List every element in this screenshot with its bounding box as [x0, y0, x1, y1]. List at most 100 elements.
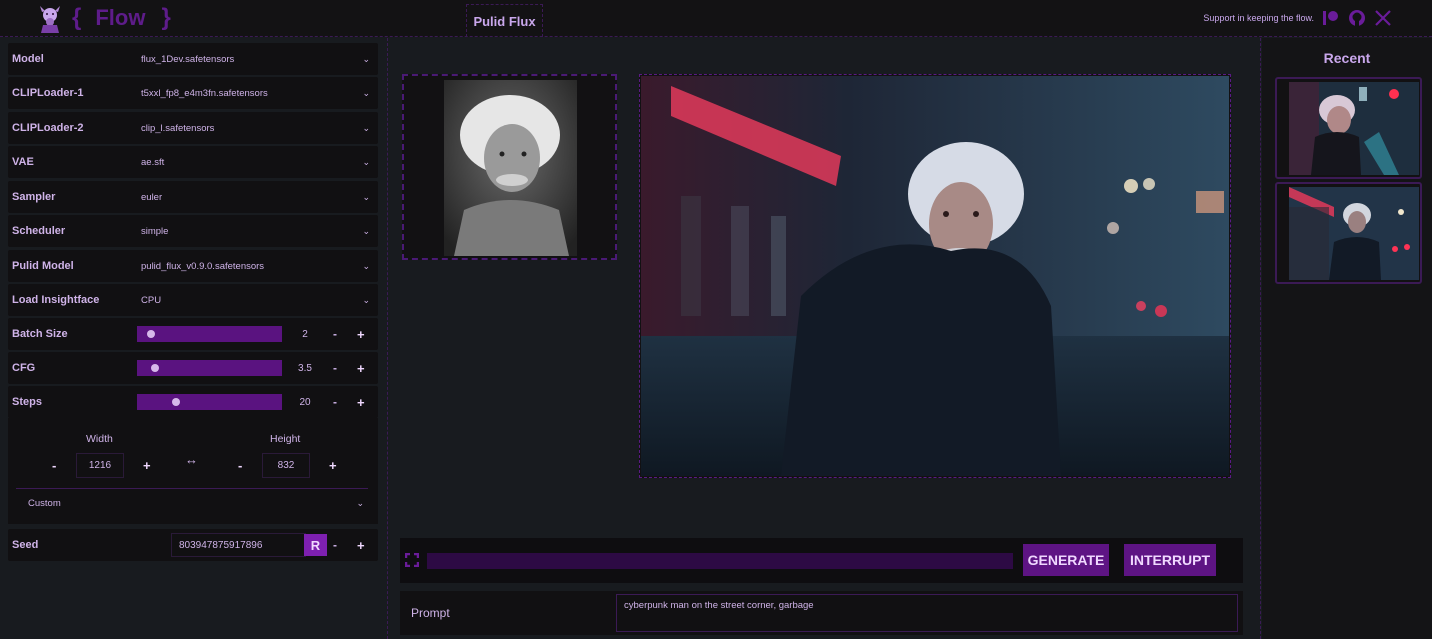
top-bar: { Flow } Pulid Flux Support in keeping t…: [0, 0, 1432, 37]
dimensions-panel: Width - 1216 + ↔ Height - 832 + Custom ⌄: [8, 418, 378, 524]
input-image-dropzone[interactable]: [402, 74, 617, 260]
input-image: [444, 80, 577, 256]
height-increment-button[interactable]: +: [329, 458, 337, 473]
cfg-slider[interactable]: [137, 360, 282, 376]
x-icon[interactable]: [1374, 9, 1392, 27]
recent-thumbnail: [1289, 82, 1419, 175]
seed-row: Seed 803947875917896 R - +: [8, 529, 378, 561]
seed-label: Seed: [12, 539, 39, 551]
recent-thumbnail: [1289, 187, 1419, 280]
chevron-down-icon: ⌄: [362, 225, 370, 236]
slider-knob[interactable]: [146, 330, 155, 338]
prompt-label: Prompt: [411, 606, 450, 620]
pulid-model-value: pulid_flux_v0.9.0.safetensors: [141, 260, 265, 272]
width-decrement-button[interactable]: -: [52, 458, 56, 473]
output-image-container[interactable]: [639, 74, 1231, 478]
height-label: Height: [270, 433, 301, 445]
width-input[interactable]: 1216: [76, 453, 124, 478]
sampler-select[interactable]: Sampler euler ⌄: [8, 181, 378, 213]
cfg-increment-button[interactable]: +: [357, 361, 365, 376]
pulid-model-label: Pulid Model: [12, 260, 74, 272]
scheduler-label: Scheduler: [12, 225, 66, 237]
steps-increment-button[interactable]: +: [357, 395, 365, 410]
slider-knob[interactable]: [150, 364, 159, 372]
load-insightface-select[interactable]: Load Insightface CPU ⌄: [8, 284, 378, 316]
interrupt-button[interactable]: INTERRUPT: [1124, 544, 1216, 576]
github-icon[interactable]: [1348, 9, 1366, 27]
vae-value: ae.sft: [141, 156, 165, 168]
cliploader-2-label: CLIPLoader-2: [12, 122, 84, 134]
fullscreen-icon[interactable]: [405, 553, 419, 567]
generation-bar: GENERATE INTERRUPT: [400, 538, 1243, 583]
recent-title: Recent: [1323, 50, 1371, 66]
steps-label: Steps: [12, 396, 42, 408]
batch-size-label: Batch Size: [12, 328, 68, 340]
steps-slider[interactable]: [137, 394, 282, 410]
scheduler-value: simple: [141, 225, 169, 237]
cfg-row: CFG 3.5 - +: [8, 352, 378, 384]
chevron-down-icon: ⌄: [362, 294, 370, 305]
logo[interactable]: { Flow }: [36, 3, 171, 33]
chevron-down-icon: ⌄: [362, 122, 370, 133]
generate-button[interactable]: GENERATE: [1023, 544, 1109, 576]
chevron-down-icon: ⌄: [362, 191, 370, 202]
cliploader-1-label: CLIPLoader-1: [12, 87, 84, 99]
batch-size-value: 2: [302, 328, 308, 340]
steps-row: Steps 20 - +: [8, 386, 378, 418]
cliploader-1-select[interactable]: CLIPLoader-1 t5xxl_fp8_e4m3fn.safetensor…: [8, 77, 378, 109]
pulid-model-select[interactable]: Pulid Model pulid_flux_v0.9.0.safetensor…: [8, 250, 378, 282]
chevron-down-icon: ⌄: [362, 156, 370, 167]
logo-brace-left: {: [72, 4, 82, 31]
swap-dimensions-icon[interactable]: ↔: [185, 452, 198, 467]
logo-brace-right: }: [161, 4, 171, 31]
chevron-down-icon[interactable]: ⌄: [356, 498, 364, 509]
model-select[interactable]: Model flux_1Dev.safetensors ⌄: [8, 43, 378, 75]
steps-value: 20: [299, 396, 311, 408]
divider: [16, 488, 368, 489]
social-links: [1322, 9, 1392, 27]
recent-panel: Recent: [1262, 38, 1432, 639]
tab-pulid-flux[interactable]: Pulid Flux: [466, 4, 543, 37]
main-panel: GENERATE INTERRUPT Prompt cyberpunk man …: [389, 38, 1261, 639]
cfg-value: 3.5: [298, 362, 312, 374]
seed-decrement-button[interactable]: -: [333, 538, 337, 552]
support-text: Support in keeping the flow.: [1203, 13, 1314, 23]
chevron-down-icon: ⌄: [362, 53, 370, 64]
scheduler-select[interactable]: Scheduler simple ⌄: [8, 215, 378, 247]
vae-select[interactable]: VAE ae.sft ⌄: [8, 146, 378, 178]
width-increment-button[interactable]: +: [143, 458, 151, 473]
load-insightface-value: CPU: [141, 294, 162, 306]
cliploader-2-value: clip_l.safetensors: [141, 122, 215, 134]
cliploader-2-select[interactable]: CLIPLoader-2 clip_l.safetensors ⌄: [8, 112, 378, 144]
output-image: [641, 76, 1229, 476]
model-value: flux_1Dev.safetensors: [141, 53, 235, 65]
progress-bar: [427, 553, 1013, 569]
patreon-icon[interactable]: [1322, 9, 1340, 27]
batch-size-slider[interactable]: [137, 326, 282, 342]
random-seed-button[interactable]: R: [304, 534, 327, 556]
prompt-panel: Prompt cyberpunk man on the street corne…: [400, 591, 1243, 635]
height-decrement-button[interactable]: -: [238, 458, 242, 473]
cliploader-1-value: t5xxl_fp8_e4m3fn.safetensors: [141, 87, 268, 99]
seed-input[interactable]: 803947875917896: [171, 533, 306, 557]
steps-decrement-button[interactable]: -: [333, 395, 337, 409]
sampler-value: euler: [141, 191, 163, 203]
chevron-down-icon: ⌄: [362, 87, 370, 98]
model-label: Model: [12, 53, 44, 65]
recent-item[interactable]: [1275, 182, 1422, 284]
batch-size-increment-button[interactable]: +: [357, 327, 365, 342]
prompt-input[interactable]: cyberpunk man on the street corner, garb…: [616, 594, 1238, 632]
cfg-label: CFG: [12, 362, 36, 374]
cfg-decrement-button[interactable]: -: [333, 361, 337, 375]
height-input[interactable]: 832: [262, 453, 310, 478]
goat-icon: [40, 6, 60, 33]
load-insightface-label: Load Insightface: [12, 294, 100, 306]
sampler-label: Sampler: [12, 191, 56, 203]
recent-item[interactable]: [1275, 77, 1422, 179]
slider-knob[interactable]: [172, 398, 181, 406]
batch-size-decrement-button[interactable]: -: [333, 327, 337, 341]
seed-increment-button[interactable]: +: [357, 538, 365, 553]
aspect-preset-select[interactable]: Custom: [28, 498, 61, 509]
chevron-down-icon: ⌄: [362, 260, 370, 271]
logo-text: Flow: [95, 5, 146, 30]
